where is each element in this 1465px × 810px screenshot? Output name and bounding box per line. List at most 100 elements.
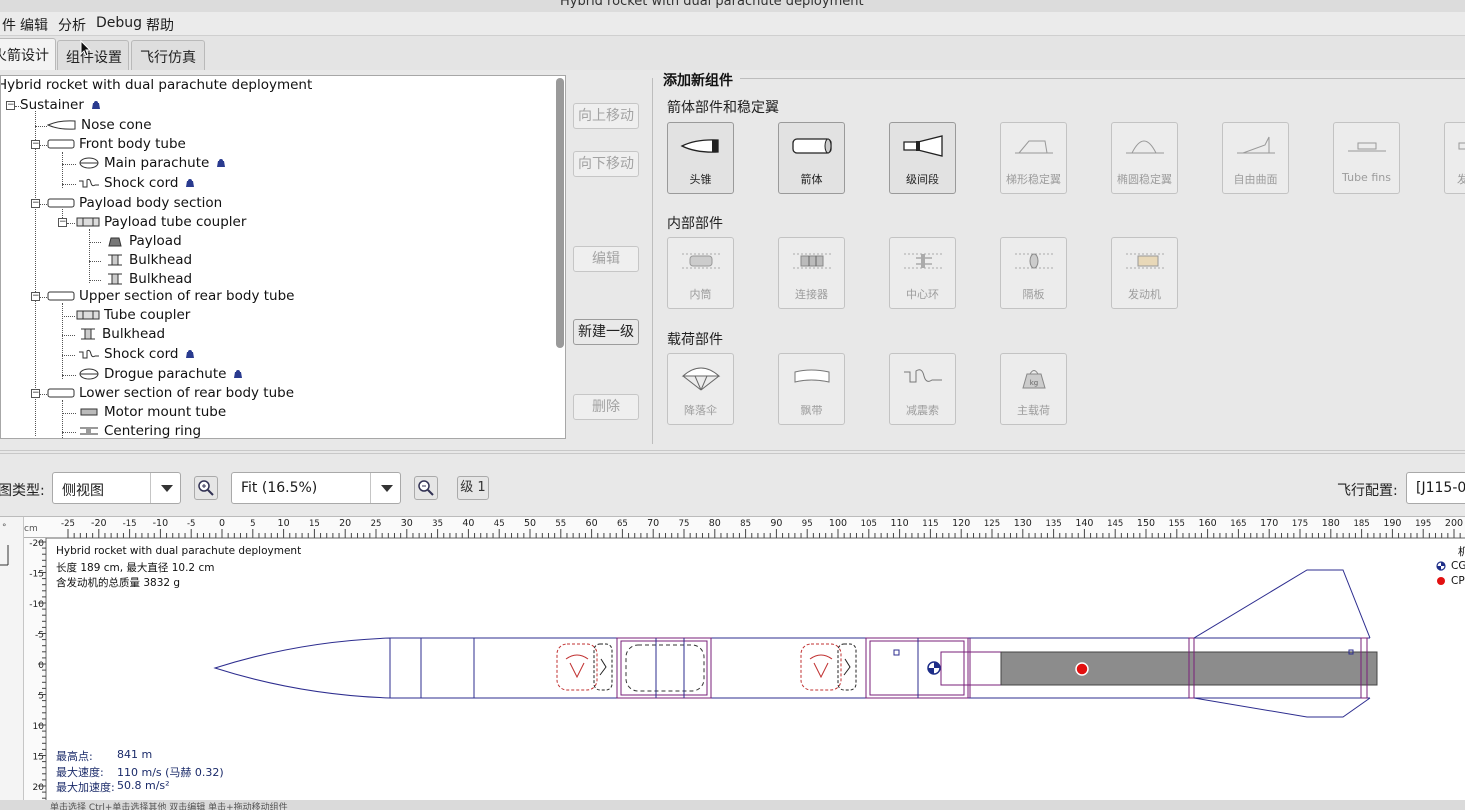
add-centering-ring-button[interactable]: 中心环 [889,237,956,309]
tree-collapse-sustainer[interactable]: − [6,101,15,110]
component-tree[interactable]: Hybrid rocket with dual parachute deploy… [0,75,566,439]
ruler-top-label: -25 [61,519,75,529]
tree-item-payload[interactable]: Payload [105,233,182,252]
tree-item-shock-cord-1[interactable]: Shock cord [78,175,197,194]
tree-collapse-payload-coupler[interactable]: − [58,218,67,227]
parachute-icon [79,157,99,169]
mass-override-icon [91,101,100,109]
add-trapezoid-fin-button[interactable]: 梯形稳定翼 [1000,122,1067,194]
rocket-mass-line: 含发动机的总质量 3832 g [56,577,181,589]
ruler-top-label: 180 [1322,518,1340,529]
rocket-name: Hybrid rocket with dual parachute deploy… [56,545,302,557]
tree-item-nose-cone[interactable]: Nose cone [47,117,152,136]
body-tube-icon [47,291,75,301]
ruler-top-label: 130 [1014,518,1032,529]
move-down-button[interactable]: 向下移动 [573,151,639,177]
menu-analyze[interactable]: 分析 [58,15,86,35]
chevron-down-icon [370,473,400,503]
ruler-top-label: 75 [679,519,690,529]
ruler-top-label: 105 [861,519,877,529]
bulkhead-icon [108,254,122,266]
zoom-in-button[interactable] [194,476,218,500]
ruler-top-label: 55 [555,519,566,529]
ruler-top-label: -5 [187,519,195,529]
tree-root[interactable]: Hybrid rocket with dual parachute deploy… [1,77,312,96]
add-motor-button[interactable]: 发动机 [1111,237,1178,309]
tree-item-main-parachute[interactable]: Main parachute [78,155,228,174]
add-coupler-button[interactable]: 连接器 [778,237,845,309]
zoom-out-button[interactable] [414,476,438,500]
ruler-top-label: 85 [740,519,751,529]
menu-file[interactable]: 件 [2,15,16,35]
bulkhead-icon [108,273,122,285]
tree-item-upper-rear-tube[interactable]: Upper section of rear body tube [47,288,294,307]
ruler-corner: ° [2,523,7,533]
add-streamer-button[interactable]: 飘带 [778,353,845,425]
ruler-top-label: 35 [432,519,443,529]
ruler-top-label: -15 [123,519,137,529]
menu-debug[interactable]: Debug [96,15,142,31]
add-freeform-fin-button[interactable]: 自由曲面 [1222,122,1289,194]
add-elliptical-fin-button[interactable]: 椭圆稳定翼 [1111,122,1178,194]
menu-edit[interactable]: 编辑 [20,15,48,35]
ruler-top-label: 25 [371,519,382,529]
add-inner-tube-button[interactable]: 内筒 [667,237,734,309]
tree-item-bulkhead-3[interactable]: Bulkhead [78,326,165,345]
flight-config-select[interactable]: [J115-0] [1406,472,1465,504]
ruler-top-label: 170 [1260,518,1278,529]
rocket-figure[interactable]: -25 -20 -15 -10 -5 0 5 10 15 20 25 30 35 40 45 50 55 60 65… [0,516,1465,800]
tree-item-shock-cord-2[interactable]: Shock cord [78,346,197,365]
add-shock-cord-button[interactable]: 减震索 [889,353,956,425]
zoom-select[interactable]: Fit (16.5%) [231,472,401,504]
add-tube-fins-button[interactable]: Tube fins [1333,122,1400,194]
edit-button[interactable]: 编辑 [573,246,639,272]
flight-config-label: 飞行配置: [1337,483,1398,499]
flight-max-accel-value: 50.8 m/s² [117,779,170,792]
tree-scrollbar[interactable] [556,78,564,348]
tree-item-bulkhead-1[interactable]: Bulkhead [105,252,192,271]
mass-override-icon [186,179,195,187]
view-type-select[interactable]: 侧视图 [52,472,181,504]
ruler-top-label: 155 [1169,519,1185,529]
parachute-icon [681,367,721,391]
tree-item-front-body-tube[interactable]: Front body tube [47,136,186,155]
tab-rocket-design[interactable]: 火箭设计 [0,38,56,70]
tree-collapse-front-tube[interactable]: − [31,140,40,149]
tree-collapse-upper-rear[interactable]: − [31,292,40,301]
delete-button[interactable]: 删除 [573,394,639,420]
add-mass-component-button[interactable]: kg 主载荷 [1000,353,1067,425]
tree-item-motor-mount-tube[interactable]: Motor mount tube [78,404,226,423]
add-parachute-button[interactable]: 降落伞 [667,353,734,425]
splitter[interactable] [0,450,1465,454]
tree-item-sustainer[interactable]: Sustainer [20,97,103,116]
tree-item-lower-rear-tube[interactable]: Lower section of rear body tube [47,385,294,404]
tab-component-settings[interactable]: 组件设置 [57,40,129,70]
menu-help[interactable]: 帮助 [146,15,174,35]
move-up-button[interactable]: 向上移动 [573,103,639,129]
tree-collapse-payload-section[interactable]: − [31,199,40,208]
ruler-top-label: 5 [250,519,255,529]
add-transition-button[interactable]: 级间段 [889,122,956,194]
ruler-top-label: 60 [586,518,598,529]
ruler-left-label: -10 [29,600,44,610]
tab-flight-simulation[interactable]: 飞行仿真 [131,40,205,70]
tree-item-centering-ring[interactable]: Centering ring [78,423,201,438]
tree-item-drogue-parachute[interactable]: Drogue parachute [78,366,245,385]
ruler-top-label: 185 [1353,519,1369,529]
stage-1-toggle[interactable]: 级 1 [457,476,489,500]
add-launch-lug-button[interactable]: 发 [1444,122,1465,194]
ruler-top-label: -10 [153,518,169,529]
ruler-top-label: 145 [1107,519,1123,529]
new-stage-button[interactable]: 新建一级 [573,319,639,345]
ruler-top-label: 165 [1230,519,1246,529]
tree-item-tube-coupler[interactable]: Tube coupler [76,307,190,326]
tube-coupler-icon [76,310,100,320]
tree-item-payload-body-section[interactable]: Payload body section [47,195,222,214]
ruler-top-label: 125 [984,519,1000,529]
add-nose-cone-button[interactable]: 头锥 [667,122,734,194]
add-bulkhead-button[interactable]: 隔板 [1000,237,1067,309]
ruler-top-label: 45 [494,519,505,529]
tree-item-payload-tube-coupler[interactable]: Payload tube coupler [76,214,246,233]
tree-collapse-lower-rear[interactable]: − [31,389,40,398]
add-body-tube-button[interactable]: 箭体 [778,122,845,194]
